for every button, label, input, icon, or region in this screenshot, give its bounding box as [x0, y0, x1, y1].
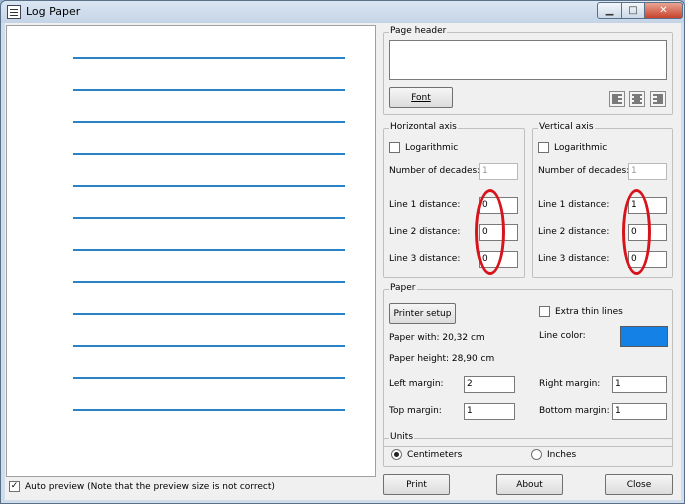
log-paper-window: Log Paper ▁ □ ✕ ✓ Auto preview (Note tha…: [0, 0, 685, 504]
v-logarithmic-checkbox[interactable]: [538, 142, 549, 153]
auto-preview-checkbox[interactable]: ✓: [9, 481, 20, 492]
preview-grid-line: [73, 57, 345, 59]
align-right-button[interactable]: [650, 91, 666, 107]
preview-grid-line: [73, 313, 345, 315]
preview-pane: [6, 25, 376, 477]
horizontal-axis-group: Horizontal axis Logarithmic Number of de…: [383, 122, 525, 278]
print-button-label: Print: [406, 479, 427, 490]
preview-grid-line: [73, 121, 345, 123]
app-icon[interactable]: [7, 5, 21, 19]
h-logarithmic-checkbox[interactable]: [389, 142, 400, 153]
auto-preview-option[interactable]: ✓ Auto preview (Note that the preview si…: [9, 481, 275, 492]
v-line2-label: Line 2 distance:: [538, 227, 610, 237]
paper-group: Paper Printer setup Extra thin lines Pap…: [383, 283, 673, 447]
right-margin-label: Right margin:: [539, 379, 601, 389]
horizontal-axis-label: Horizontal axis: [389, 122, 458, 132]
preview-grid-line: [73, 281, 345, 283]
align-left-button[interactable]: [609, 91, 625, 107]
v-line3-label: Line 3 distance:: [538, 254, 610, 264]
minimize-icon: ▁: [605, 5, 614, 16]
page-header-input[interactable]: [389, 40, 667, 80]
h-line1-label: Line 1 distance:: [389, 200, 461, 210]
preview-grid-line: [73, 377, 345, 379]
preview-grid-line: [73, 409, 345, 411]
highlight-horizontal-distances: [475, 189, 505, 275]
about-button-label: About: [516, 479, 543, 490]
radio-dot-icon: [394, 452, 399, 457]
dialog-client: ✓ Auto preview (Note that the preview si…: [5, 23, 681, 500]
h-decades-input[interactable]: 1: [479, 163, 518, 180]
close-button[interactable]: Close: [605, 474, 673, 495]
h-logarithmic-option[interactable]: Logarithmic: [389, 142, 458, 153]
auto-preview-label: Auto preview (Note that the preview size…: [25, 481, 275, 492]
units-group: Units Centimeters Inches: [383, 432, 673, 467]
window-title: Log Paper: [26, 5, 81, 18]
close-icon: ✕: [659, 5, 668, 16]
about-button[interactable]: About: [496, 474, 563, 495]
close-button-label: Close: [626, 479, 652, 490]
preview-grid-line: [73, 249, 345, 251]
inches-option[interactable]: Inches: [531, 449, 576, 460]
maximize-button[interactable]: □: [621, 2, 645, 19]
v-line1-label: Line 1 distance:: [538, 200, 610, 210]
preview-grid-line: [73, 217, 345, 219]
left-margin-label: Left margin:: [389, 379, 444, 389]
centimeters-label: Centimeters: [407, 449, 463, 460]
inches-label: Inches: [547, 449, 577, 460]
vertical-axis-group: Vertical axis Logarithmic Number of deca…: [532, 122, 673, 278]
maximize-icon: □: [628, 5, 638, 16]
paper-label: Paper: [389, 283, 417, 293]
v-logarithmic-option[interactable]: Logarithmic: [538, 142, 607, 153]
title-bar[interactable]: Log Paper ▁ □ ✕: [1, 1, 684, 23]
bottom-margin-input[interactable]: 1: [612, 403, 667, 420]
extra-thin-lines-checkbox[interactable]: [539, 306, 550, 317]
align-right-icon: [653, 94, 663, 104]
preview-grid-line: [73, 153, 345, 155]
align-center-icon: [632, 94, 642, 104]
paper-height-text: Paper height: 28,90 cm: [389, 354, 495, 364]
top-margin-input[interactable]: 1: [464, 403, 515, 420]
extra-thin-lines-option[interactable]: Extra thin lines: [539, 306, 623, 317]
align-left-icon: [612, 94, 622, 104]
units-label: Units: [389, 432, 415, 442]
minimize-button[interactable]: ▁: [597, 2, 622, 19]
h-logarithmic-label: Logarithmic: [405, 142, 459, 153]
align-center-button[interactable]: [629, 91, 645, 107]
vertical-axis-label: Vertical axis: [538, 122, 595, 132]
right-margin-input[interactable]: 1: [612, 376, 667, 393]
line-color-swatch[interactable]: [620, 326, 668, 347]
centimeters-radio[interactable]: [391, 449, 402, 460]
print-button[interactable]: Print: [383, 474, 450, 495]
line-color-label: Line color:: [539, 331, 586, 341]
close-window-button[interactable]: ✕: [644, 2, 683, 19]
h-line2-label: Line 2 distance:: [389, 227, 461, 237]
highlight-vertical-distances: [622, 189, 651, 275]
bottom-margin-label: Bottom margin:: [539, 406, 610, 416]
v-decades-label: Number of decades:: [538, 166, 630, 176]
top-margin-label: Top margin:: [389, 406, 442, 416]
page-header-label: Page header: [389, 26, 448, 36]
h-decades-label: Number of decades:: [389, 166, 481, 176]
v-logarithmic-label: Logarithmic: [554, 142, 608, 153]
extra-thin-lines-label: Extra thin lines: [555, 306, 623, 317]
page-header-group: Page header Font: [383, 26, 673, 115]
left-margin-input[interactable]: 2: [464, 376, 515, 393]
font-button-label: Font: [411, 92, 431, 103]
preview-grid-line: [73, 185, 345, 187]
inches-radio[interactable]: [531, 449, 542, 460]
preview-grid-line: [73, 345, 345, 347]
preview-grid-line: [73, 89, 345, 91]
printer-setup-label: Printer setup: [393, 308, 452, 319]
centimeters-option[interactable]: Centimeters: [391, 449, 462, 460]
paper-width-text: Paper with: 20,32 cm: [389, 333, 485, 343]
printer-setup-button[interactable]: Printer setup: [389, 303, 456, 324]
v-decades-input[interactable]: 1: [628, 163, 667, 180]
check-mark-icon: ✓: [10, 481, 19, 491]
font-button[interactable]: Font: [389, 87, 453, 108]
h-line3-label: Line 3 distance:: [389, 254, 461, 264]
